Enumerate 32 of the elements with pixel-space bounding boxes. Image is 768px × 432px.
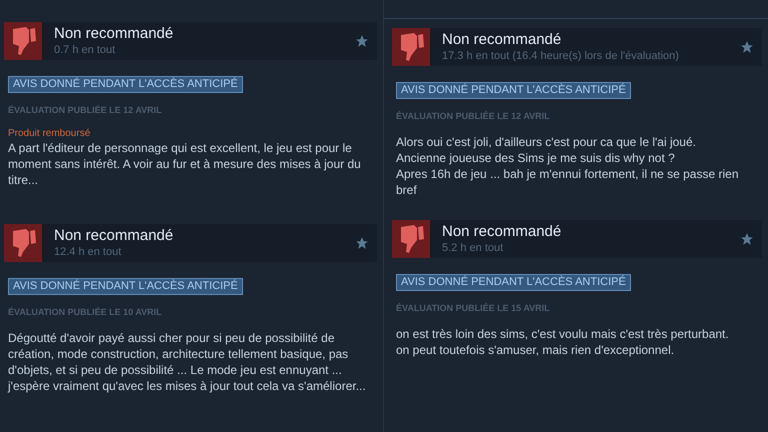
review-text: Ancienne joueuse des Sims je me suis dis why not ? (396, 150, 676, 166)
review-date: ÉVALUATION PUBLIÉE LE 15 AVRIL (396, 303, 551, 314)
star-icon[interactable] (355, 34, 369, 48)
playtime: 5.2 h en tout (442, 241, 504, 255)
playtime: 0.7 h en tout (54, 43, 116, 57)
review-date: ÉVALUATION PUBLIÉE LE 10 AVRIL (8, 307, 163, 318)
thumbs-down-icon (4, 22, 42, 60)
review-verdict: Non recommandé (54, 25, 174, 43)
review-verdict: Non recommandé (54, 227, 174, 245)
review-text: A part l'éditeur de personnage qui est excellent, le jeu est pour le moment sans intérêt. A voir au fur et à mesure des mises à jour du titre... (8, 140, 362, 188)
star-icon[interactable] (740, 40, 754, 54)
review-verdict: Non recommandé (442, 223, 562, 241)
review-date: ÉVALUATION PUBLIÉE LE 12 AVRIL (8, 105, 163, 116)
thumbs-down-icon (4, 224, 42, 262)
review-text: Dégoutté d'avoir payé aussi cher pour si peu de possibilité de création, mode construction, architecture tellement basique, pas d'objets, et si peu de possibilité ... Le mode jeu est ennuyant ... j'espère vraiment qu'avec les mises à jour tout cela va s'améliorer... (8, 330, 367, 394)
review-text: on est très loin des sims, c'est voulu mais c'est très perturbant. (396, 326, 730, 342)
early-access-badge: AVIS DONNÉ PENDANT L'ACCÈS ANTICIPÉ (8, 76, 243, 93)
playtime: 17.3 h en tout (16.4 heure(s) lors de l'évaluation) (442, 49, 680, 63)
early-access-badge: AVIS DONNÉ PENDANT L'ACCÈS ANTICIPÉ (8, 278, 243, 295)
review-verdict: Non recommandé (442, 31, 562, 49)
early-access-badge: AVIS DONNÉ PENDANT L'ACCÈS ANTICIPÉ (396, 274, 631, 291)
playtime: 12.4 h en tout (54, 245, 122, 259)
review-text: Alors oui c'est joli, d'ailleurs c'est pour ca que le l'ai joué. (396, 134, 697, 150)
refund-label: Produit remboursé (8, 128, 92, 140)
thumbs-down-icon (392, 28, 430, 66)
review-text: on peut toutefois s'amuser, mais rien d'exceptionnel. (396, 342, 676, 358)
star-icon[interactable] (740, 232, 754, 246)
review-text: Apres 16h de jeu ... bah je m'ennui fortement, il ne se passe rien bref (396, 166, 740, 198)
early-access-badge: AVIS DONNÉ PENDANT L'ACCÈS ANTICIPÉ (396, 82, 631, 99)
review-date: ÉVALUATION PUBLIÉE LE 12 AVRIL (396, 111, 551, 122)
star-icon[interactable] (355, 236, 369, 250)
thumbs-down-icon (392, 220, 430, 258)
